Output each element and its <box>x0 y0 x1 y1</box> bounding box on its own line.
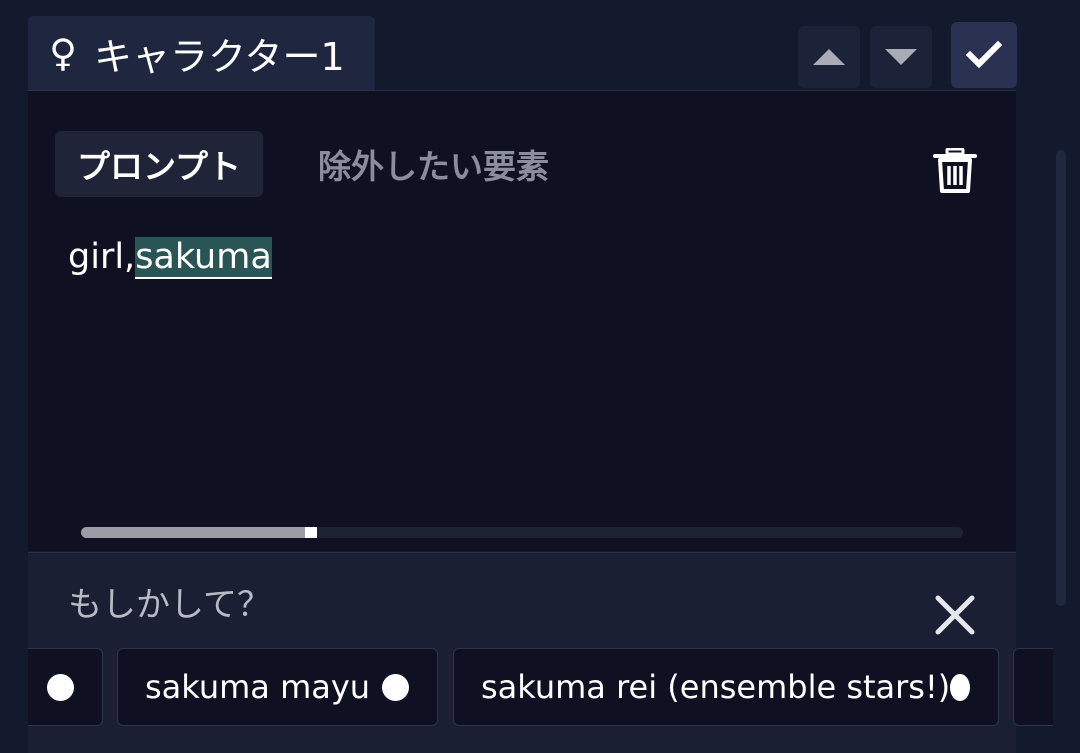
scrollbar-thumb[interactable] <box>81 527 311 538</box>
suggestion-title: もしかして？ <box>68 585 271 625</box>
close-suggestions-button[interactable] <box>930 590 980 640</box>
prompt-text-plain: girl, <box>68 237 136 277</box>
character-name: キャラクター1 <box>94 34 345 79</box>
dot-icon <box>382 673 409 701</box>
caret-down-icon <box>885 49 917 65</box>
character-tab[interactable]: ♀ キャラクター1 <box>28 16 375 90</box>
suggestion-chip[interactable]: sakuma rei (ensemble stars!) <box>453 648 999 726</box>
suggestion-chip[interactable]: sakuma mayu <box>117 648 438 726</box>
check-icon <box>966 40 1002 69</box>
tab-negative-prompt[interactable]: 除外したい要素 <box>318 131 549 197</box>
close-icon <box>935 595 975 635</box>
dot-icon <box>950 673 970 701</box>
suggestion-chip[interactable] <box>1013 648 1053 726</box>
move-down-button[interactable] <box>870 26 932 88</box>
suggestion-label: sakuma mayu <box>145 668 371 706</box>
horizontal-scrollbar[interactable] <box>81 527 963 538</box>
female-symbol-icon: ♀ <box>49 31 77 75</box>
delete-button[interactable] <box>930 147 980 194</box>
prompt-textarea[interactable]: girl,sakuma <box>68 232 272 282</box>
caret-up-icon <box>813 49 845 65</box>
scroll-position-marker <box>305 527 317 538</box>
dot-icon <box>47 673 74 701</box>
prompt-text-highlighted: sakuma <box>135 237 272 279</box>
vertical-scrollbar[interactable] <box>1056 150 1066 606</box>
confirm-button[interactable] <box>951 22 1017 88</box>
suggestion-chip[interactable] <box>28 648 103 726</box>
move-up-button[interactable] <box>798 26 860 88</box>
suggestion-label: sakuma rei (ensemble stars!) <box>481 668 951 706</box>
trash-icon <box>933 147 977 193</box>
tab-prompt[interactable]: プロンプト <box>55 131 263 197</box>
